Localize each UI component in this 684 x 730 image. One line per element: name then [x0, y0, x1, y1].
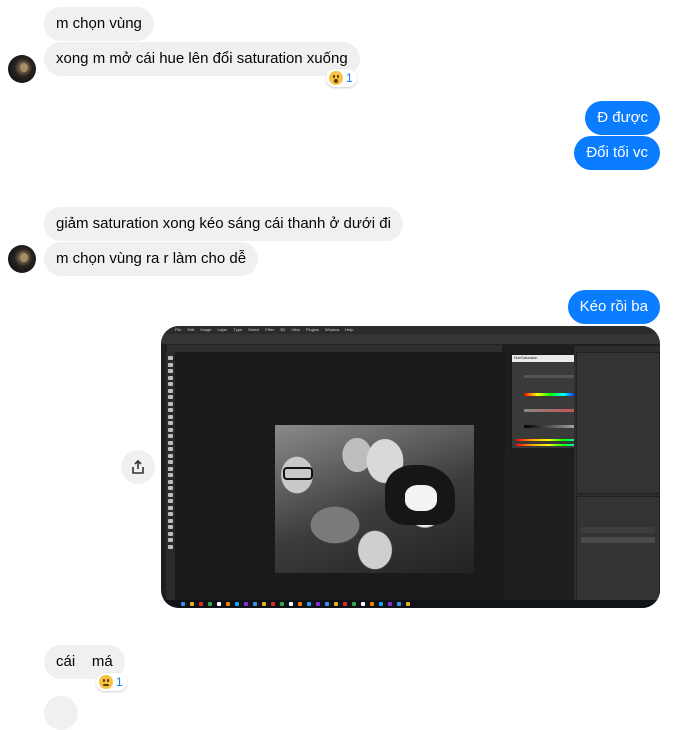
- ps-tool-icon: [168, 505, 173, 510]
- windows-taskbar: [161, 600, 660, 608]
- taskbar-app-icon: [379, 602, 383, 606]
- ps-menubar: File Edit Image Layer Type Select Filter 3D View…: [161, 326, 660, 334]
- ps-tool-icon: [168, 369, 173, 373]
- ps-tool-icon: [168, 388, 173, 393]
- ps-tool-icon: [168, 466, 173, 471]
- ps-tool-icon: [168, 434, 173, 438]
- taskbar-app-icon: [334, 602, 338, 606]
- taskbar-app-icon: [397, 602, 401, 606]
- ps-tool-icon: [168, 414, 173, 419]
- ps-tool-icon: [168, 356, 173, 360]
- ps-tool-icon: [168, 447, 173, 451]
- ps-menu-item: Help: [345, 327, 354, 332]
- share-icon: [132, 459, 144, 474]
- taskbar-app-icon: [343, 602, 347, 606]
- image-attachment[interactable]: File Edit Image Layer Type Select Filter 3D View…: [161, 326, 660, 608]
- taskbar-app-icon: [226, 602, 230, 606]
- ps-tool-icon: [168, 499, 173, 503]
- ps-menu-item: Window: [325, 327, 340, 332]
- ps-options-bar: [161, 334, 660, 345]
- taskbar-app-icon: [235, 602, 239, 606]
- ps-tool-icon: [168, 486, 173, 490]
- message-outgoing[interactable]: Đ được: [585, 101, 660, 135]
- message-incoming[interactable]: giảm saturation xong kéo sáng cái thanh …: [44, 207, 403, 241]
- avatar[interactable]: [8, 55, 36, 83]
- message-incoming[interactable]: m chọn vùng: [44, 7, 154, 41]
- ps-menu-item: File: [175, 327, 182, 332]
- ps-tool-icon: [168, 440, 173, 445]
- message-outgoing[interactable]: Kéo rồi ba: [567, 290, 660, 324]
- message-incoming[interactable]: m chọn vùng ra r làm cho dễ: [44, 242, 259, 276]
- message-incoming[interactable]: xong m mở cái hue lên đổi saturation xuố…: [44, 42, 360, 76]
- taskbar-app-icon: [253, 602, 257, 606]
- ps-tool-icon: [168, 375, 173, 380]
- ps-tool-icon: [168, 362, 173, 367]
- ps-menu-item: 3D: [280, 327, 286, 332]
- reaction-count: 1: [346, 71, 353, 85]
- ps-tool-icon: [168, 421, 173, 425]
- taskbar-app-icon: [370, 602, 374, 606]
- ps-tool-icon: [168, 518, 173, 523]
- ps-tool-icon: [168, 460, 173, 464]
- taskbar-app-icon: [388, 602, 392, 606]
- taskbar-app-icon: [190, 602, 194, 606]
- reaction-count: 1: [116, 675, 123, 689]
- taskbar-app-icon: [361, 602, 365, 606]
- taskbar-app-icon: [208, 602, 212, 606]
- taskbar-app-icon: [181, 602, 185, 606]
- surprised-emoji-icon: [329, 71, 343, 85]
- message-outgoing[interactable]: Đổi tối vc: [574, 136, 660, 170]
- message-incoming[interactable]: [44, 696, 78, 730]
- taskbar-app-icon: [325, 602, 329, 606]
- ps-menu-item: Image: [200, 327, 212, 332]
- taskbar-app-icon: [244, 602, 248, 606]
- taskbar-app-icon: [271, 602, 275, 606]
- taskbar-app-icon: [298, 602, 302, 606]
- ps-menu-item: Select: [248, 327, 260, 332]
- ps-tool-icon: [168, 512, 173, 516]
- ps-menu-item: Type: [233, 327, 243, 332]
- ps-tool-icon: [168, 453, 173, 458]
- ps-canvas: [175, 352, 505, 600]
- avatar[interactable]: [8, 245, 36, 273]
- photo-content: [275, 425, 474, 573]
- sad-emoji-icon: [99, 675, 113, 689]
- ps-tool-icon: [168, 401, 173, 406]
- reaction-badge[interactable]: 1: [326, 69, 357, 87]
- taskbar-app-icon: [280, 602, 284, 606]
- taskbar-app-icon: [406, 602, 410, 606]
- ps-menu-item: Edit: [187, 327, 195, 332]
- taskbar-app-icon: [352, 602, 356, 606]
- ps-tool-icon: [168, 538, 173, 542]
- ps-menu-item: Plugins: [305, 327, 320, 332]
- share-button[interactable]: [121, 450, 155, 484]
- ps-tool-icon: [168, 473, 173, 477]
- ps-right-panels: [574, 346, 660, 608]
- ps-tool-icon: [168, 395, 173, 399]
- ps-tool-icon: [168, 427, 173, 432]
- ps-tool-icon: [168, 492, 173, 497]
- ps-tool-icon: [168, 531, 173, 536]
- ps-tool-icon: [168, 544, 173, 549]
- taskbar-app-icon: [289, 602, 293, 606]
- ps-tool-icon: [168, 408, 173, 412]
- ps-tool-icon: [168, 525, 173, 529]
- taskbar-app-icon: [262, 602, 266, 606]
- ps-document-tab: [167, 345, 502, 352]
- taskbar-app-icon: [307, 602, 311, 606]
- ps-menu-item: Filter: [265, 327, 275, 332]
- ps-tool-icon: [168, 479, 173, 484]
- taskbar-app-icon: [316, 602, 320, 606]
- taskbar-app-icon: [217, 602, 221, 606]
- ps-tool-icon: [168, 382, 173, 386]
- ps-menu-item: Layer: [217, 327, 228, 332]
- reaction-badge[interactable]: 1: [96, 673, 127, 691]
- ps-toolbar: [166, 352, 175, 600]
- taskbar-app-icon: [199, 602, 203, 606]
- ps-menu-item: View: [291, 327, 300, 332]
